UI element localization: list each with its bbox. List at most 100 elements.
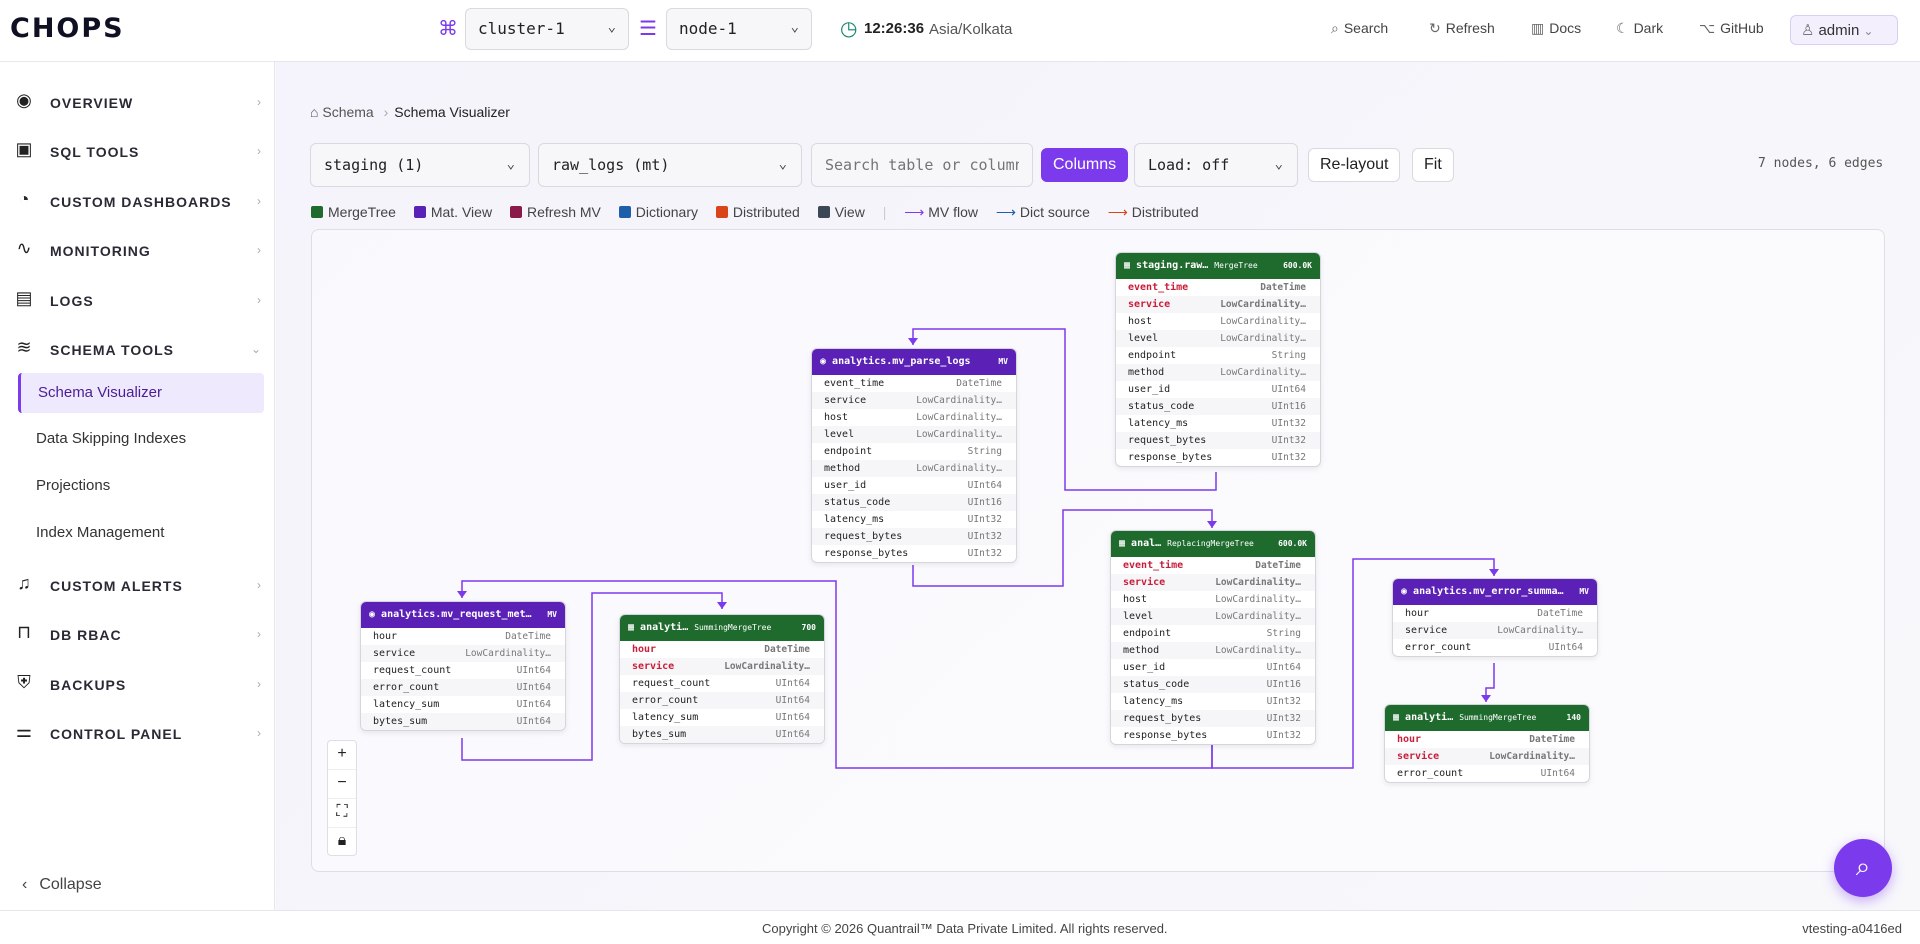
table-node-header[interactable]: ◉ analytics.mv_parse_logs MV bbox=[812, 349, 1016, 375]
column-row[interactable]: error_count UInt64 bbox=[361, 679, 565, 696]
column-type: LowCardinality… bbox=[465, 648, 551, 659]
column-name: host bbox=[1123, 594, 1148, 605]
column-row[interactable]: error_count UInt64 bbox=[620, 692, 824, 709]
column-row[interactable]: request_bytes UInt32 bbox=[812, 528, 1016, 545]
view-icon: ◉ bbox=[1401, 586, 1414, 597]
column-row[interactable]: method LowCardinality… bbox=[812, 460, 1016, 477]
column-row[interactable]: level LowCardinality… bbox=[1111, 608, 1315, 625]
column-type: LowCardinality… bbox=[916, 395, 1002, 406]
column-row[interactable]: method LowCardinality… bbox=[1111, 642, 1315, 659]
column-type: UInt16 bbox=[1271, 401, 1306, 412]
column-row[interactable]: service LowCardinality… bbox=[1116, 296, 1320, 313]
column-name: user_id bbox=[824, 480, 867, 491]
table-node-header[interactable]: ▦ analyti… SummingMergeTree 140 bbox=[1385, 705, 1589, 731]
edge-analytics-to-mv-request bbox=[461, 580, 1213, 769]
column-row[interactable]: event_time DateTime bbox=[812, 375, 1016, 392]
column-row[interactable]: event_time DateTime bbox=[1111, 557, 1315, 574]
column-row[interactable]: service LowCardinality… bbox=[361, 645, 565, 662]
column-row[interactable]: status_code UInt16 bbox=[812, 494, 1016, 511]
column-row[interactable]: hour DateTime bbox=[361, 628, 565, 645]
table-node[interactable]: ◉ analytics.mv_error_summa… MV hour DateTim… bbox=[1392, 578, 1598, 657]
column-row[interactable]: response_bytes UInt32 bbox=[1111, 727, 1315, 744]
column-row[interactable]: service LowCardinality… bbox=[1111, 574, 1315, 591]
search-fab-button[interactable]: ⌕ bbox=[1834, 839, 1892, 897]
table-node-header[interactable]: ▦ anal… ReplacingMergeTree 600.0K bbox=[1111, 531, 1315, 557]
column-row[interactable]: error_count UInt64 bbox=[1385, 765, 1589, 782]
column-row[interactable]: status_code UInt16 bbox=[1111, 676, 1315, 693]
column-row[interactable]: host LowCardinality… bbox=[1116, 313, 1320, 330]
column-row[interactable]: request_count UInt64 bbox=[361, 662, 565, 679]
column-row[interactable]: hour DateTime bbox=[1393, 605, 1597, 622]
table-node-rowcount: 600.0K bbox=[1283, 261, 1312, 270]
table-node-header[interactable]: ◉ analytics.mv_error_summa… MV bbox=[1393, 579, 1597, 605]
column-row[interactable]: request_bytes UInt32 bbox=[1111, 710, 1315, 727]
lock-button[interactable]: 🔒︎ bbox=[328, 828, 356, 857]
column-row[interactable]: endpoint String bbox=[1116, 347, 1320, 364]
column-type: LowCardinality… bbox=[916, 429, 1002, 440]
column-row[interactable]: user_id UInt64 bbox=[1116, 381, 1320, 398]
column-row[interactable]: latency_ms UInt32 bbox=[1116, 415, 1320, 432]
column-row[interactable]: host LowCardinality… bbox=[1111, 591, 1315, 608]
column-type: UInt32 bbox=[967, 531, 1002, 542]
column-type: UInt32 bbox=[1271, 418, 1306, 429]
column-row[interactable]: latency_sum UInt64 bbox=[361, 696, 565, 713]
column-type: LowCardinality… bbox=[724, 661, 810, 672]
table-icon: ▦ bbox=[1393, 712, 1406, 723]
column-type: UInt16 bbox=[967, 497, 1002, 508]
column-row[interactable]: bytes_sum UInt64 bbox=[620, 726, 824, 743]
table-node[interactable]: ▦ analyti… SummingMergeTree 700 hour DateTim… bbox=[619, 614, 825, 744]
column-row[interactable]: request_bytes UInt32 bbox=[1116, 432, 1320, 449]
table-node[interactable]: ▦ staging.raw… MergeTree 600.0K event_time D… bbox=[1115, 252, 1321, 467]
column-row[interactable]: latency_ms UInt32 bbox=[1111, 693, 1315, 710]
column-row[interactable]: response_bytes UInt32 bbox=[812, 545, 1016, 562]
column-type: UInt64 bbox=[775, 712, 810, 723]
column-row[interactable]: hour DateTime bbox=[1385, 731, 1589, 748]
column-name: bytes_sum bbox=[632, 729, 687, 740]
column-row[interactable]: service LowCardinality… bbox=[1385, 748, 1589, 765]
zoom-in-button[interactable]: + bbox=[328, 741, 356, 770]
table-node[interactable]: ◉ analytics.mv_request_met… MV hour DateTim… bbox=[360, 601, 566, 731]
fit-view-button[interactable]: ⛶ bbox=[328, 799, 356, 828]
table-node-header[interactable]: ◉ analytics.mv_request_met… MV bbox=[361, 602, 565, 628]
column-row[interactable]: service LowCardinality… bbox=[1393, 622, 1597, 639]
footer-copyright: Copyright © 2026 Quantrail™ Data Private… bbox=[762, 921, 1168, 936]
column-row[interactable]: response_bytes UInt32 bbox=[1116, 449, 1320, 466]
table-node[interactable]: ◉ analytics.mv_parse_logs MV event_time Dat… bbox=[811, 348, 1017, 563]
column-row[interactable]: service LowCardinality… bbox=[620, 658, 824, 675]
edge-arrowhead bbox=[457, 591, 467, 598]
column-row[interactable]: error_count UInt64 bbox=[1393, 639, 1597, 656]
column-row[interactable]: endpoint String bbox=[812, 443, 1016, 460]
column-row[interactable]: user_id UInt64 bbox=[1111, 659, 1315, 676]
table-node[interactable]: ▦ analyti… SummingMergeTree 140 hour DateTim… bbox=[1384, 704, 1590, 783]
zoom-out-button[interactable]: − bbox=[328, 770, 356, 799]
column-row[interactable]: level LowCardinality… bbox=[1116, 330, 1320, 347]
column-row[interactable]: latency_sum UInt64 bbox=[620, 709, 824, 726]
column-name: host bbox=[1128, 316, 1153, 327]
column-name: status_code bbox=[1123, 679, 1190, 690]
column-row[interactable]: service LowCardinality… bbox=[812, 392, 1016, 409]
column-type: LowCardinality… bbox=[1215, 645, 1301, 656]
table-node[interactable]: ▦ anal… ReplacingMergeTree 600.0K event_tim… bbox=[1110, 530, 1316, 745]
column-type: DateTime bbox=[505, 631, 551, 642]
column-row[interactable]: bytes_sum UInt64 bbox=[361, 713, 565, 730]
table-node-header[interactable]: ▦ staging.raw… MergeTree 600.0K bbox=[1116, 253, 1320, 279]
column-row[interactable]: hour DateTime bbox=[620, 641, 824, 658]
column-name: method bbox=[1128, 367, 1165, 378]
column-row[interactable]: level LowCardinality… bbox=[812, 426, 1016, 443]
table-node-columns: hour DateTime service LowCardinality… error_… bbox=[1385, 731, 1589, 782]
column-row[interactable]: status_code UInt16 bbox=[1116, 398, 1320, 415]
column-name: event_time bbox=[1128, 282, 1189, 293]
table-node-header[interactable]: ▦ analyti… SummingMergeTree 700 bbox=[620, 615, 824, 641]
column-row[interactable]: method LowCardinality… bbox=[1116, 364, 1320, 381]
table-icon: ▦ bbox=[628, 622, 641, 633]
column-row[interactable]: request_count UInt64 bbox=[620, 675, 824, 692]
column-row[interactable]: endpoint String bbox=[1111, 625, 1315, 642]
column-row[interactable]: user_id UInt64 bbox=[812, 477, 1016, 494]
column-type: UInt64 bbox=[1540, 768, 1575, 779]
column-type: LowCardinality… bbox=[1215, 611, 1301, 622]
column-row[interactable]: event_time DateTime bbox=[1116, 279, 1320, 296]
column-row[interactable]: host LowCardinality… bbox=[812, 409, 1016, 426]
table-node-title: analytics.mv_error_summa… bbox=[1413, 586, 1564, 597]
column-row[interactable]: latency_ms UInt32 bbox=[812, 511, 1016, 528]
column-name: service bbox=[1397, 751, 1440, 762]
